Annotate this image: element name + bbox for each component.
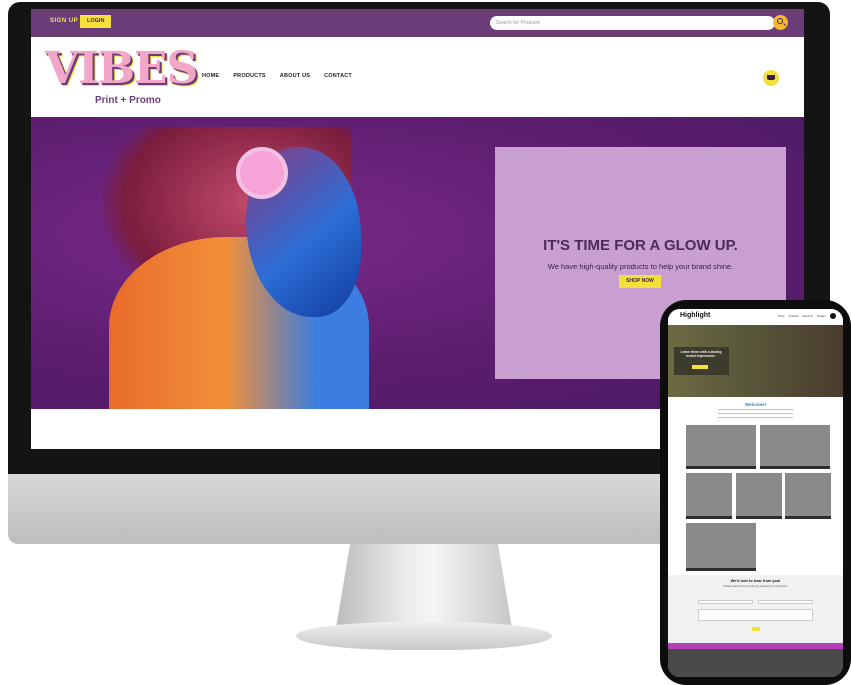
site-logo[interactable]: VIBES: [45, 43, 198, 94]
monitor-stand-neck: [336, 544, 512, 628]
phone-screen: Highlight Home Products About Us Contact…: [668, 309, 843, 677]
cart-icon: [767, 75, 775, 80]
phone-nav: Home Products About Us Contact: [778, 315, 825, 318]
search-button[interactable]: [773, 15, 788, 30]
product-tile[interactable]: [760, 425, 830, 469]
hero-title: IT'S TIME FOR A GLOW UP.: [543, 237, 738, 254]
phone-header: Highlight Home Products About Us Contact: [668, 309, 843, 325]
phone-contact-title: We'd love to hear from you!: [730, 579, 781, 583]
phone-welcome-text: [718, 409, 793, 423]
phone-hero-button[interactable]: [692, 365, 708, 369]
product-tile[interactable]: [736, 473, 782, 519]
phone-welcome-title: Welcome!: [744, 402, 767, 407]
phone-nav-about[interactable]: About Us: [803, 315, 813, 318]
phone-nav-home[interactable]: Home: [778, 315, 785, 318]
product-tile[interactable]: [785, 473, 831, 519]
phone-logo[interactable]: Highlight: [680, 312, 710, 319]
phone-nav-contact[interactable]: Contact: [817, 315, 826, 318]
phone-cart-icon[interactable]: [830, 313, 836, 319]
signup-link[interactable]: SIGN UP: [50, 18, 78, 24]
search-icon: [777, 18, 783, 24]
main-nav: HOME PRODUCTS ABOUT US CONTACT: [202, 73, 352, 79]
login-button[interactable]: LOGIN: [80, 15, 112, 28]
phone-name-field[interactable]: [698, 600, 753, 604]
product-tile[interactable]: [686, 523, 756, 571]
site-header: VIBES Print + Promo HOME PRODUCTS ABOUT …: [31, 37, 804, 117]
site-logo-tagline: Print + Promo: [95, 95, 161, 106]
monitor-stand-base: [296, 622, 552, 650]
search-input[interactable]: Search for Products: [490, 16, 775, 30]
cart-button[interactable]: [763, 70, 779, 86]
phone-hero-title: Leave them with a lasting brand impressi…: [680, 350, 722, 358]
phone-hero: Leave them with a lasting brand impressi…: [668, 325, 843, 397]
mockup-stage: SIGN UP LOGIN Search for Products VIBES …: [0, 0, 851, 685]
nav-about-us[interactable]: ABOUT US: [280, 73, 310, 79]
top-utility-bar: SIGN UP LOGIN Search for Products: [31, 9, 804, 37]
headphone-graphic: [236, 147, 288, 199]
phone-contact-subtitle: Please reach out to us with any question…: [723, 585, 788, 588]
phone-message-field[interactable]: [698, 609, 813, 621]
shop-now-button[interactable]: SHOP NOW: [619, 275, 661, 288]
product-tile[interactable]: [686, 473, 732, 519]
phone-email-field[interactable]: [758, 600, 813, 604]
phone-footer: [668, 649, 843, 677]
nav-home[interactable]: HOME: [202, 73, 219, 79]
phone-send-button[interactable]: [752, 627, 760, 631]
phone-nav-products[interactable]: Products: [789, 315, 799, 318]
hero-subtitle: We have high-quality products to help yo…: [547, 262, 734, 271]
nav-contact[interactable]: CONTACT: [324, 73, 352, 79]
nav-products[interactable]: PRODUCTS: [233, 73, 265, 79]
product-tile[interactable]: [686, 425, 756, 469]
